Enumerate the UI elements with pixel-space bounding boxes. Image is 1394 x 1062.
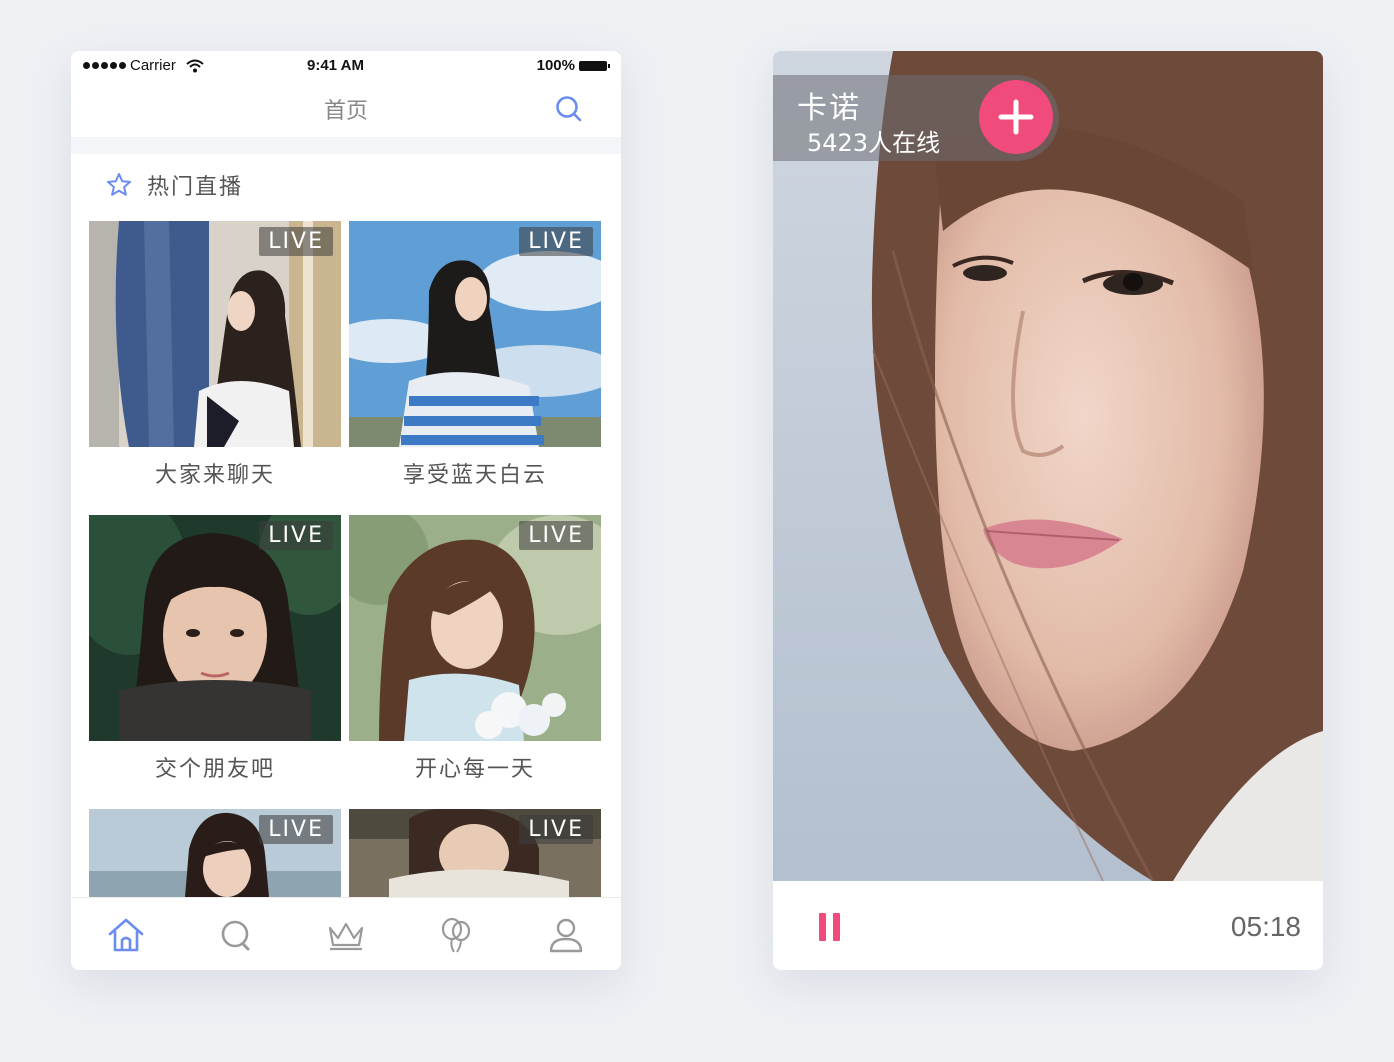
playback-controls: 05:18 [773,881,1323,970]
balloon-icon [441,917,471,953]
home-screen: Carrier 9:41 AM 100% 首页 热门直播 LIVE 大家来聊天 … [71,51,621,970]
search-icon [221,920,250,950]
stream-title: 享受蓝天白云 [402,463,547,488]
host-name: 卡诺 [797,91,861,126]
pause-button[interactable] [817,913,843,941]
live-badge: LIVE [259,521,333,550]
stream-thumbnail[interactable]: LIVE [89,515,341,741]
video-view[interactable]: 卡诺 5423人在线 [773,51,1323,881]
signal-strength-icon [83,62,126,69]
stream-card[interactable]: LIVE 开心每一天 [349,515,601,783]
tab-home[interactable] [71,898,181,970]
video-frame [773,51,1323,881]
battery-icon [579,60,610,71]
section-title: 热门直播 [147,175,244,200]
section-header: 热门直播 [105,169,243,201]
stream-card[interactable]: LIVE 大家来聊天 [89,221,341,489]
crown-icon [328,922,364,950]
tab-activity[interactable] [401,898,511,970]
viewer-count: 5423人在线 [807,129,941,157]
plus-icon [998,99,1034,135]
home-icon [108,918,144,951]
section-divider [71,137,621,154]
live-badge: LIVE [519,815,593,844]
stream-card[interactable]: LIVE 交个朋友吧 [89,515,341,783]
status-bar: Carrier 9:41 AM 100% [71,51,621,79]
stream-card[interactable]: LIVE [89,809,341,897]
tab-bar [71,897,621,970]
carrier-label: Carrier [130,57,176,74]
pause-icon [819,913,826,941]
stream-title: 开心每一天 [414,757,535,782]
page-title: 首页 [323,99,368,124]
signal-group: Carrier [83,57,204,74]
star-icon [107,173,131,196]
stream-thumbnail[interactable]: LIVE [349,221,601,447]
live-badge: LIVE [259,227,333,256]
tab-search[interactable] [181,898,291,970]
stream-thumbnail[interactable]: LIVE [349,809,601,897]
live-badge: LIVE [259,815,333,844]
playback-time: 05:18 [1230,911,1301,942]
follow-button[interactable] [979,80,1053,154]
wifi-icon [186,59,204,72]
live-player-screen: 卡诺 5423人在线 05:18 [773,51,1323,970]
status-time: 9:41 AM [307,57,364,74]
stream-title: 交个朋友吧 [154,757,275,782]
user-icon [549,918,583,952]
battery-percent: 100% [536,57,575,74]
battery-group: 100% [536,57,610,74]
live-badge: LIVE [519,227,593,256]
search-icon[interactable] [555,95,583,123]
pause-icon [833,913,840,941]
stream-card[interactable]: LIVE 享受蓝天白云 [349,221,601,489]
stream-title: 大家来聊天 [154,463,275,488]
tab-rank[interactable] [291,898,401,970]
stream-thumbnail[interactable]: LIVE [89,809,341,897]
stream-card[interactable]: LIVE [349,809,601,897]
stream-thumbnail[interactable]: LIVE [89,221,341,447]
tab-profile[interactable] [511,898,621,970]
nav-bar: 首页 [71,79,621,137]
live-badge: LIVE [519,521,593,550]
stream-thumbnail[interactable]: LIVE [349,515,601,741]
